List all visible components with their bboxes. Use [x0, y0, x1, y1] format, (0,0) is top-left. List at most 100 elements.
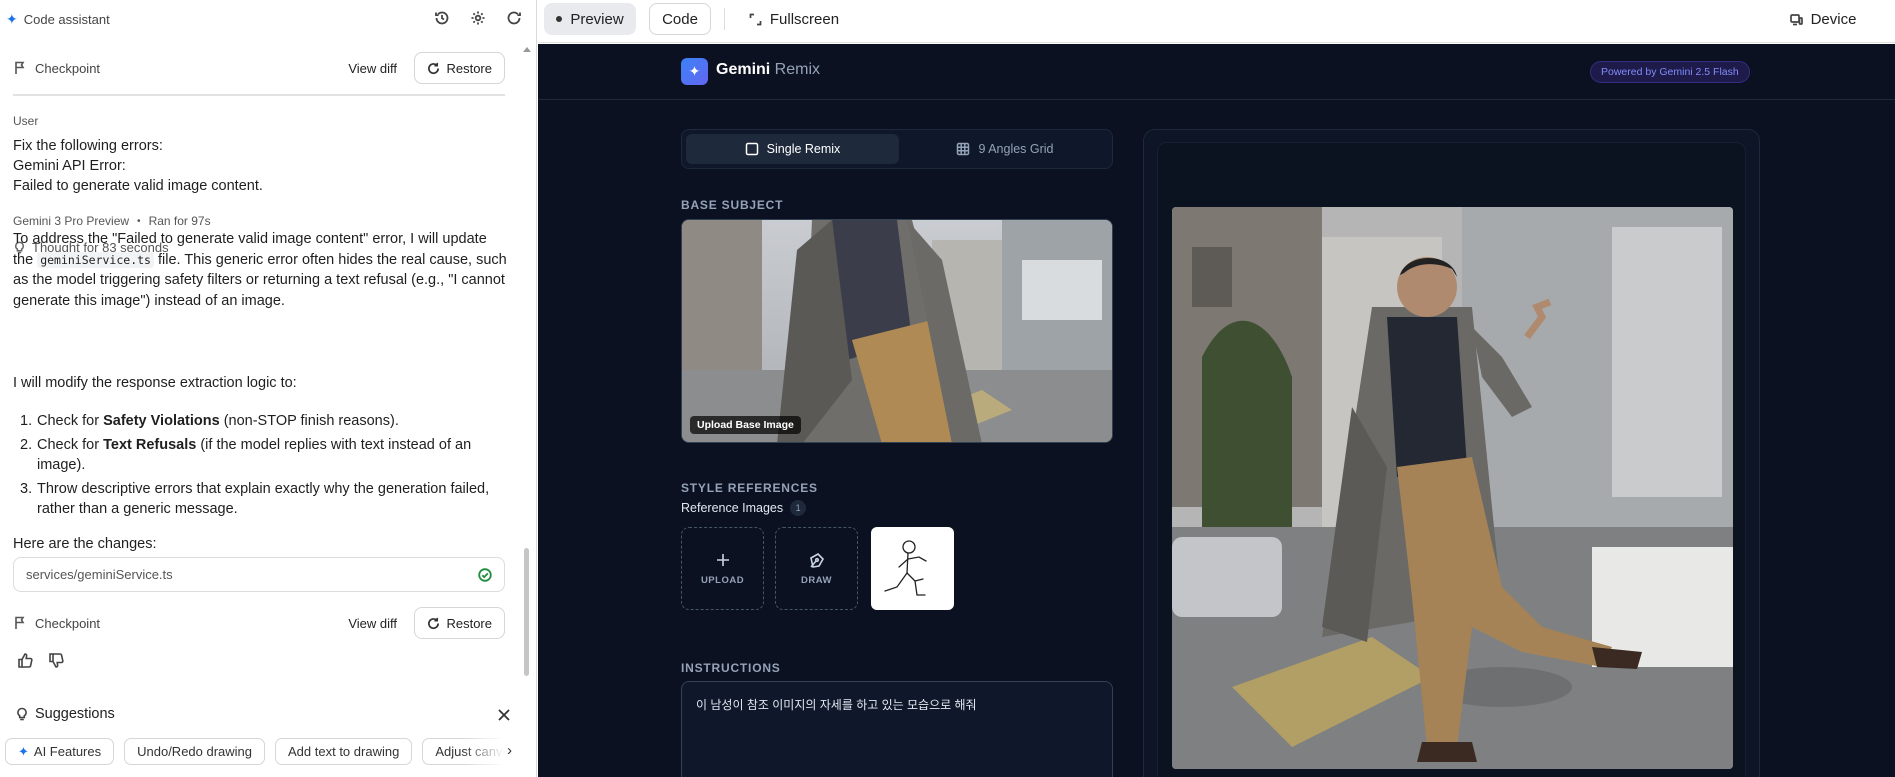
restore-icon	[428, 62, 440, 74]
app-header: ✦ Gemini Remix Powered by Gemini 2.5 Fla…	[538, 44, 1895, 100]
scrollbar-thumb[interactable]	[524, 548, 529, 676]
base-subject-label: BASE SUBJECT	[681, 198, 784, 212]
run-time: Ran for 97s	[148, 214, 211, 228]
divider	[13, 94, 505, 96]
tab-label: Single Remix	[766, 142, 841, 156]
expand-icon	[749, 13, 762, 25]
restore-icon	[428, 617, 440, 629]
suggestion-icon	[17, 707, 27, 721]
device-button[interactable]: Device	[1778, 3, 1868, 35]
result-panel	[1143, 129, 1760, 777]
style-references-label: STYLE REFERENCES	[681, 481, 818, 495]
history-icon[interactable]	[433, 9, 451, 27]
close-icon[interactable]	[497, 708, 511, 722]
model-name: Gemini 3 Pro Preview	[13, 214, 130, 228]
fullscreen-label: Fullscreen	[769, 10, 840, 28]
tab-label: 9 Angles Grid	[978, 142, 1054, 156]
panel-title: Code assistant	[23, 11, 110, 27]
upload-reference-button[interactable]: UPLOAD	[681, 527, 764, 610]
draw-label: DRAW	[800, 575, 833, 586]
restore-label: Restore	[446, 60, 492, 76]
device-icon	[1789, 13, 1803, 25]
reference-count-badge: 1	[790, 500, 807, 516]
preview-toolbar: Preview Code Fullscreen Device	[538, 0, 1895, 43]
list-item: 1. Check for Safety Violations (non-STOP …	[20, 413, 399, 429]
user-message-line: Gemini API Error:	[13, 158, 126, 174]
user-message: Fix the following errors: Gemini API Err…	[13, 136, 263, 196]
bullet-separator: •	[137, 215, 141, 227]
instructions-label: INSTRUCTIONS	[681, 661, 781, 675]
reference-sketch-thumbnail[interactable]	[871, 527, 954, 610]
tab-9-angles-grid[interactable]: 9 Angles Grid	[900, 134, 1110, 164]
feedback-buttons	[17, 652, 65, 674]
scroll-up-arrow[interactable]	[523, 47, 531, 52]
reference-images-label: Reference Images 1	[681, 500, 807, 516]
sparkle-icon: ✦	[18, 743, 29, 759]
generated-image	[1172, 207, 1733, 769]
active-dot-icon	[556, 16, 563, 22]
steps-list: 1. Check for Safety Violations (non-STOP …	[13, 411, 508, 523]
tab-single-remix[interactable]: Single Remix	[686, 134, 899, 164]
stick-figure-sketch	[884, 540, 927, 596]
tab-code[interactable]: Code	[649, 3, 711, 35]
powered-badge: Powered by Gemini 2.5 Flash	[1590, 61, 1750, 83]
upload-base-image-label[interactable]: Upload Base Image	[690, 416, 801, 434]
model-meta: Gemini 3 Pro Preview • Ran for 97s	[13, 214, 211, 228]
fullscreen-button[interactable]: Fullscreen	[738, 3, 850, 35]
restore-label: Restore	[446, 615, 492, 631]
app-logo-icon: ✦	[681, 58, 708, 85]
suggestion-chips: ✦ AI Features Undo/Redo drawing Add text …	[5, 738, 515, 765]
app-brand: Gemini Remix	[716, 61, 821, 78]
view-diff-button[interactable]: View diff	[348, 616, 397, 631]
checkpoint-label: Checkpoint	[35, 615, 101, 631]
check-circle-icon	[478, 568, 492, 582]
user-label: User	[13, 114, 39, 128]
instructions-textarea[interactable]: 이 남성이 참조 이미지의 자세를 하고 있는 모습으로 해줘	[681, 681, 1113, 777]
list-item: 3. Throw descriptive errors that explain …	[20, 480, 490, 518]
inline-code: geminiService.ts	[37, 251, 154, 268]
pen-tool-icon	[809, 553, 824, 568]
thumbs-up-icon[interactable]	[17, 652, 34, 674]
response-paragraph: I will modify the response extraction lo…	[13, 375, 297, 391]
mode-tabs: Single Remix 9 Angles Grid	[681, 129, 1113, 169]
app-preview: ✦ Gemini Remix Powered by Gemini 2.5 Fla…	[538, 44, 1895, 777]
suggestions-header: Suggestions	[15, 706, 115, 722]
chip-fade	[462, 738, 522, 766]
suggestions-title: Suggestions	[35, 706, 115, 722]
sparkle-icon: ✦	[6, 10, 18, 27]
chat-scroll-area[interactable]: Checkpoint View diff Restore User Fix th…	[0, 40, 525, 695]
suggestion-chip[interactable]: Undo/Redo drawing	[124, 738, 266, 765]
tab-preview[interactable]: Preview	[544, 3, 636, 35]
suggestions-bar: Suggestions ✦ AI Features Undo/Redo drawi…	[0, 700, 536, 777]
view-diff-button[interactable]: View diff	[348, 61, 397, 76]
user-message-line: Failed to generate valid image content.	[13, 178, 263, 194]
grid-icon	[957, 142, 970, 156]
checkpoint-row: Checkpoint View diff Restore	[13, 51, 505, 85]
checkpoint-label: Checkpoint	[35, 60, 101, 76]
restore-button[interactable]: Restore	[414, 607, 505, 639]
code-assistant-panel: ✦ Code assistant Checkpoint View diff Re…	[0, 0, 537, 777]
toolbar-divider	[724, 8, 725, 30]
flag-icon	[13, 61, 27, 75]
suggestion-chip[interactable]: ✦ AI Features	[5, 738, 115, 765]
panel-header: ✦ Code assistant	[0, 0, 536, 38]
refresh-icon[interactable]	[505, 9, 523, 27]
base-image-upload[interactable]: Upload Base Image	[681, 219, 1113, 443]
tab-preview-label: Preview	[570, 10, 624, 28]
chevron-right-icon[interactable]: ›	[507, 742, 512, 759]
restore-button[interactable]: Restore	[414, 52, 505, 84]
base-subject-image	[682, 220, 1112, 442]
tab-code-label: Code	[662, 10, 698, 28]
thumbs-down-icon[interactable]	[48, 652, 65, 674]
device-label: Device	[1810, 10, 1857, 28]
file-name: services/geminiService.ts	[26, 567, 173, 582]
changed-file-item[interactable]: services/geminiService.ts	[13, 557, 505, 592]
square-icon	[745, 142, 758, 156]
checkpoint-row: Checkpoint View diff Restore	[13, 606, 505, 640]
list-item: 2. Check for Text Refusals (if the model …	[20, 436, 472, 474]
generated-image-art	[1172, 207, 1733, 769]
draw-reference-button[interactable]: DRAW	[775, 527, 858, 610]
gear-icon[interactable]	[469, 9, 487, 27]
suggestion-chip[interactable]: Add text to drawing	[275, 738, 413, 765]
response-paragraph: To address the "Failed to generate valid…	[13, 229, 508, 311]
